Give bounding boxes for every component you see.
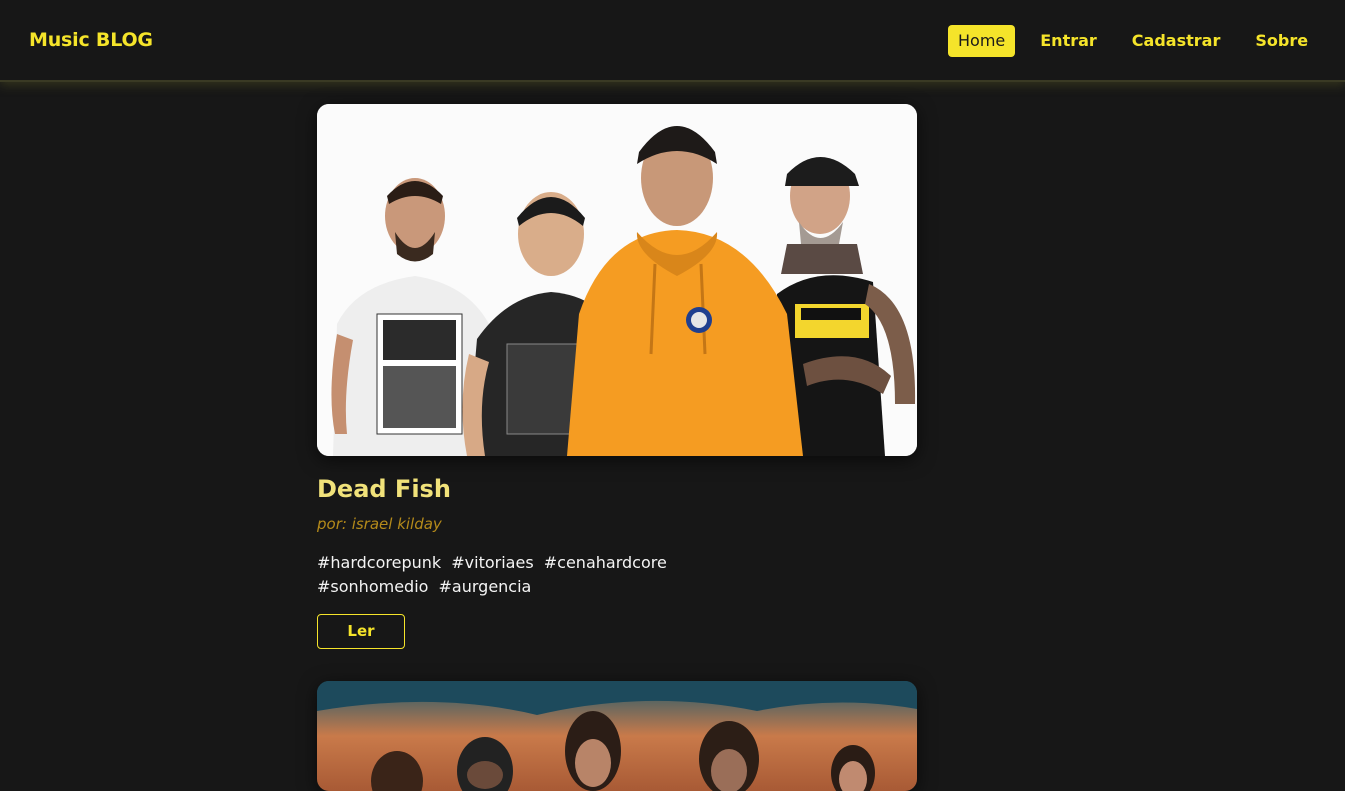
- nav-links: Home Entrar Cadastrar Sobre: [948, 25, 1318, 57]
- read-button[interactable]: Ler: [317, 614, 405, 649]
- post-tag: #hardcorepunk: [317, 553, 442, 572]
- navbar: Music BLOG Home Entrar Cadastrar Sobre: [0, 0, 1345, 82]
- post-title[interactable]: Dead Fish: [317, 475, 451, 503]
- band-photo: [317, 681, 917, 791]
- band-photo: [317, 104, 917, 456]
- post-tag: #sonhomedio: [317, 577, 429, 596]
- post-author: por: israel kilday: [317, 515, 442, 533]
- brand-logo[interactable]: Music BLOG: [29, 29, 153, 51]
- post-tag: #aurgencia: [438, 577, 532, 596]
- post-image[interactable]: [317, 681, 917, 791]
- post-tag: #vitoriaes: [451, 553, 534, 572]
- nav-link-cadastrar[interactable]: Cadastrar: [1122, 25, 1231, 57]
- post-image[interactable]: [317, 104, 917, 456]
- post-tag: #cenahardcore: [543, 553, 667, 572]
- post-tags: #hardcorepunk #vitoriaes #cenahardcore #…: [317, 551, 687, 599]
- nav-link-sobre[interactable]: Sobre: [1245, 25, 1318, 57]
- nav-link-home[interactable]: Home: [948, 25, 1016, 57]
- nav-link-entrar[interactable]: Entrar: [1030, 25, 1107, 57]
